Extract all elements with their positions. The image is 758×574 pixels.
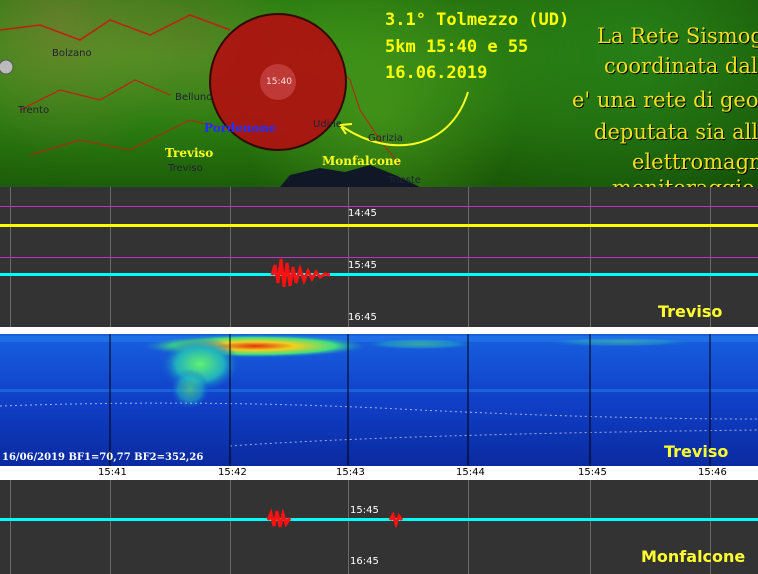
event-depth-time: 5km 15:40 e 55 <box>385 37 529 57</box>
station-label-treviso: Treviso <box>658 302 723 321</box>
station-label-monfalcone: Monfalcone <box>641 547 746 566</box>
time-tick: 15:41 <box>98 467 127 478</box>
tagline-4: deputata sia alla <box>594 120 758 144</box>
time-tick: 15:46 <box>698 467 727 478</box>
place-label-pordenone: Pordenone <box>204 121 277 135</box>
place-label-trieste: Trieste <box>388 175 421 186</box>
station-label-spectrogram: Treviso <box>664 442 729 461</box>
place-label-bolzano: Bolzano <box>52 48 92 59</box>
place-label-belluno: Belluno <box>175 92 213 103</box>
place-label-gorizia: Gorizia <box>368 133 403 144</box>
time-tick: 15:43 <box>336 467 365 478</box>
seismogram-panel-monfalcone: 15:45 16:45 Monfalcone <box>0 480 758 574</box>
time-label: 15:45 <box>350 505 379 516</box>
place-label-treviso: Treviso <box>168 163 203 174</box>
city-monfalcone: Monfalcone <box>322 154 402 168</box>
time-tick: 15:42 <box>218 467 247 478</box>
tagline-2: coordinata dal <box>604 54 758 78</box>
tagline-3: e' una rete di geoar <box>572 88 758 112</box>
city-treviso: Treviso <box>165 146 214 160</box>
time-tick: 15:44 <box>456 467 485 478</box>
event-date: 16.06.2019 <box>385 63 488 83</box>
time-label: 15:45 <box>348 260 377 271</box>
time-label: 16:45 <box>348 312 377 323</box>
seismogram-panel-treviso: 14:45 15:45 16:45 Treviso <box>0 187 758 327</box>
spectrogram-treviso: 16/06/2019 BF1=70,77 BF2=352,26 Treviso <box>0 334 758 466</box>
time-label: 16:45 <box>350 556 379 567</box>
spectrogram-graphics <box>0 334 758 466</box>
time-tick: 15:45 <box>578 467 607 478</box>
quake-circle-time: 15:40 <box>266 77 292 87</box>
place-label-trento: Trento <box>18 105 50 116</box>
tagline-1: La Rete Sismog <box>597 24 758 48</box>
tagline-6: monitoraggio <box>612 176 755 187</box>
tagline-5: elettromagne <box>632 150 758 174</box>
time-label: 14:45 <box>348 208 377 219</box>
place-label-udine: Udine <box>313 119 342 130</box>
map-panel: Bolzano Belluno Trento Pordenone Udine G… <box>0 0 758 187</box>
separator <box>0 327 758 334</box>
time-scale: 15:41 15:42 15:43 15:44 15:45 15:46 <box>0 466 758 480</box>
event-magnitude-location: 3.1° Tolmezzo (UD) <box>385 10 570 30</box>
event-burst-treviso <box>270 258 331 288</box>
spectrogram-status: 16/06/2019 BF1=70,77 BF2=352,26 <box>2 452 204 463</box>
